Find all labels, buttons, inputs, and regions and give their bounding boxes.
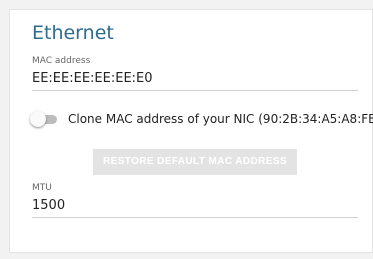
mac-address-label: MAC address: [32, 56, 91, 66]
mtu-field[interactable]: MTU 1500: [32, 183, 358, 218]
clone-mac-label: Clone MAC address of your NIC (90:2B:34:…: [68, 112, 373, 126]
mac-address-field[interactable]: MAC address EE:EE:EE:EE:EE:E0: [32, 56, 358, 91]
restore-default-mac-button[interactable]: RESTORE DEFAULT MAC ADDRESS: [93, 149, 297, 175]
clone-mac-toggle[interactable]: [30, 111, 57, 127]
mac-address-input[interactable]: EE:EE:EE:EE:EE:E0: [32, 70, 358, 88]
mtu-input[interactable]: 1500: [32, 197, 358, 215]
mtu-label: MTU: [32, 183, 52, 193]
clone-mac-row[interactable]: Clone MAC address of your NIC (90:2B:34:…: [30, 111, 373, 127]
mac-address-underline: [32, 90, 358, 91]
mtu-underline: [32, 217, 358, 218]
ethernet-panel: Ethernet MAC address EE:EE:EE:EE:EE:E0 C…: [9, 9, 373, 253]
toggle-knob: [30, 111, 46, 127]
section-title: Ethernet: [32, 22, 114, 44]
